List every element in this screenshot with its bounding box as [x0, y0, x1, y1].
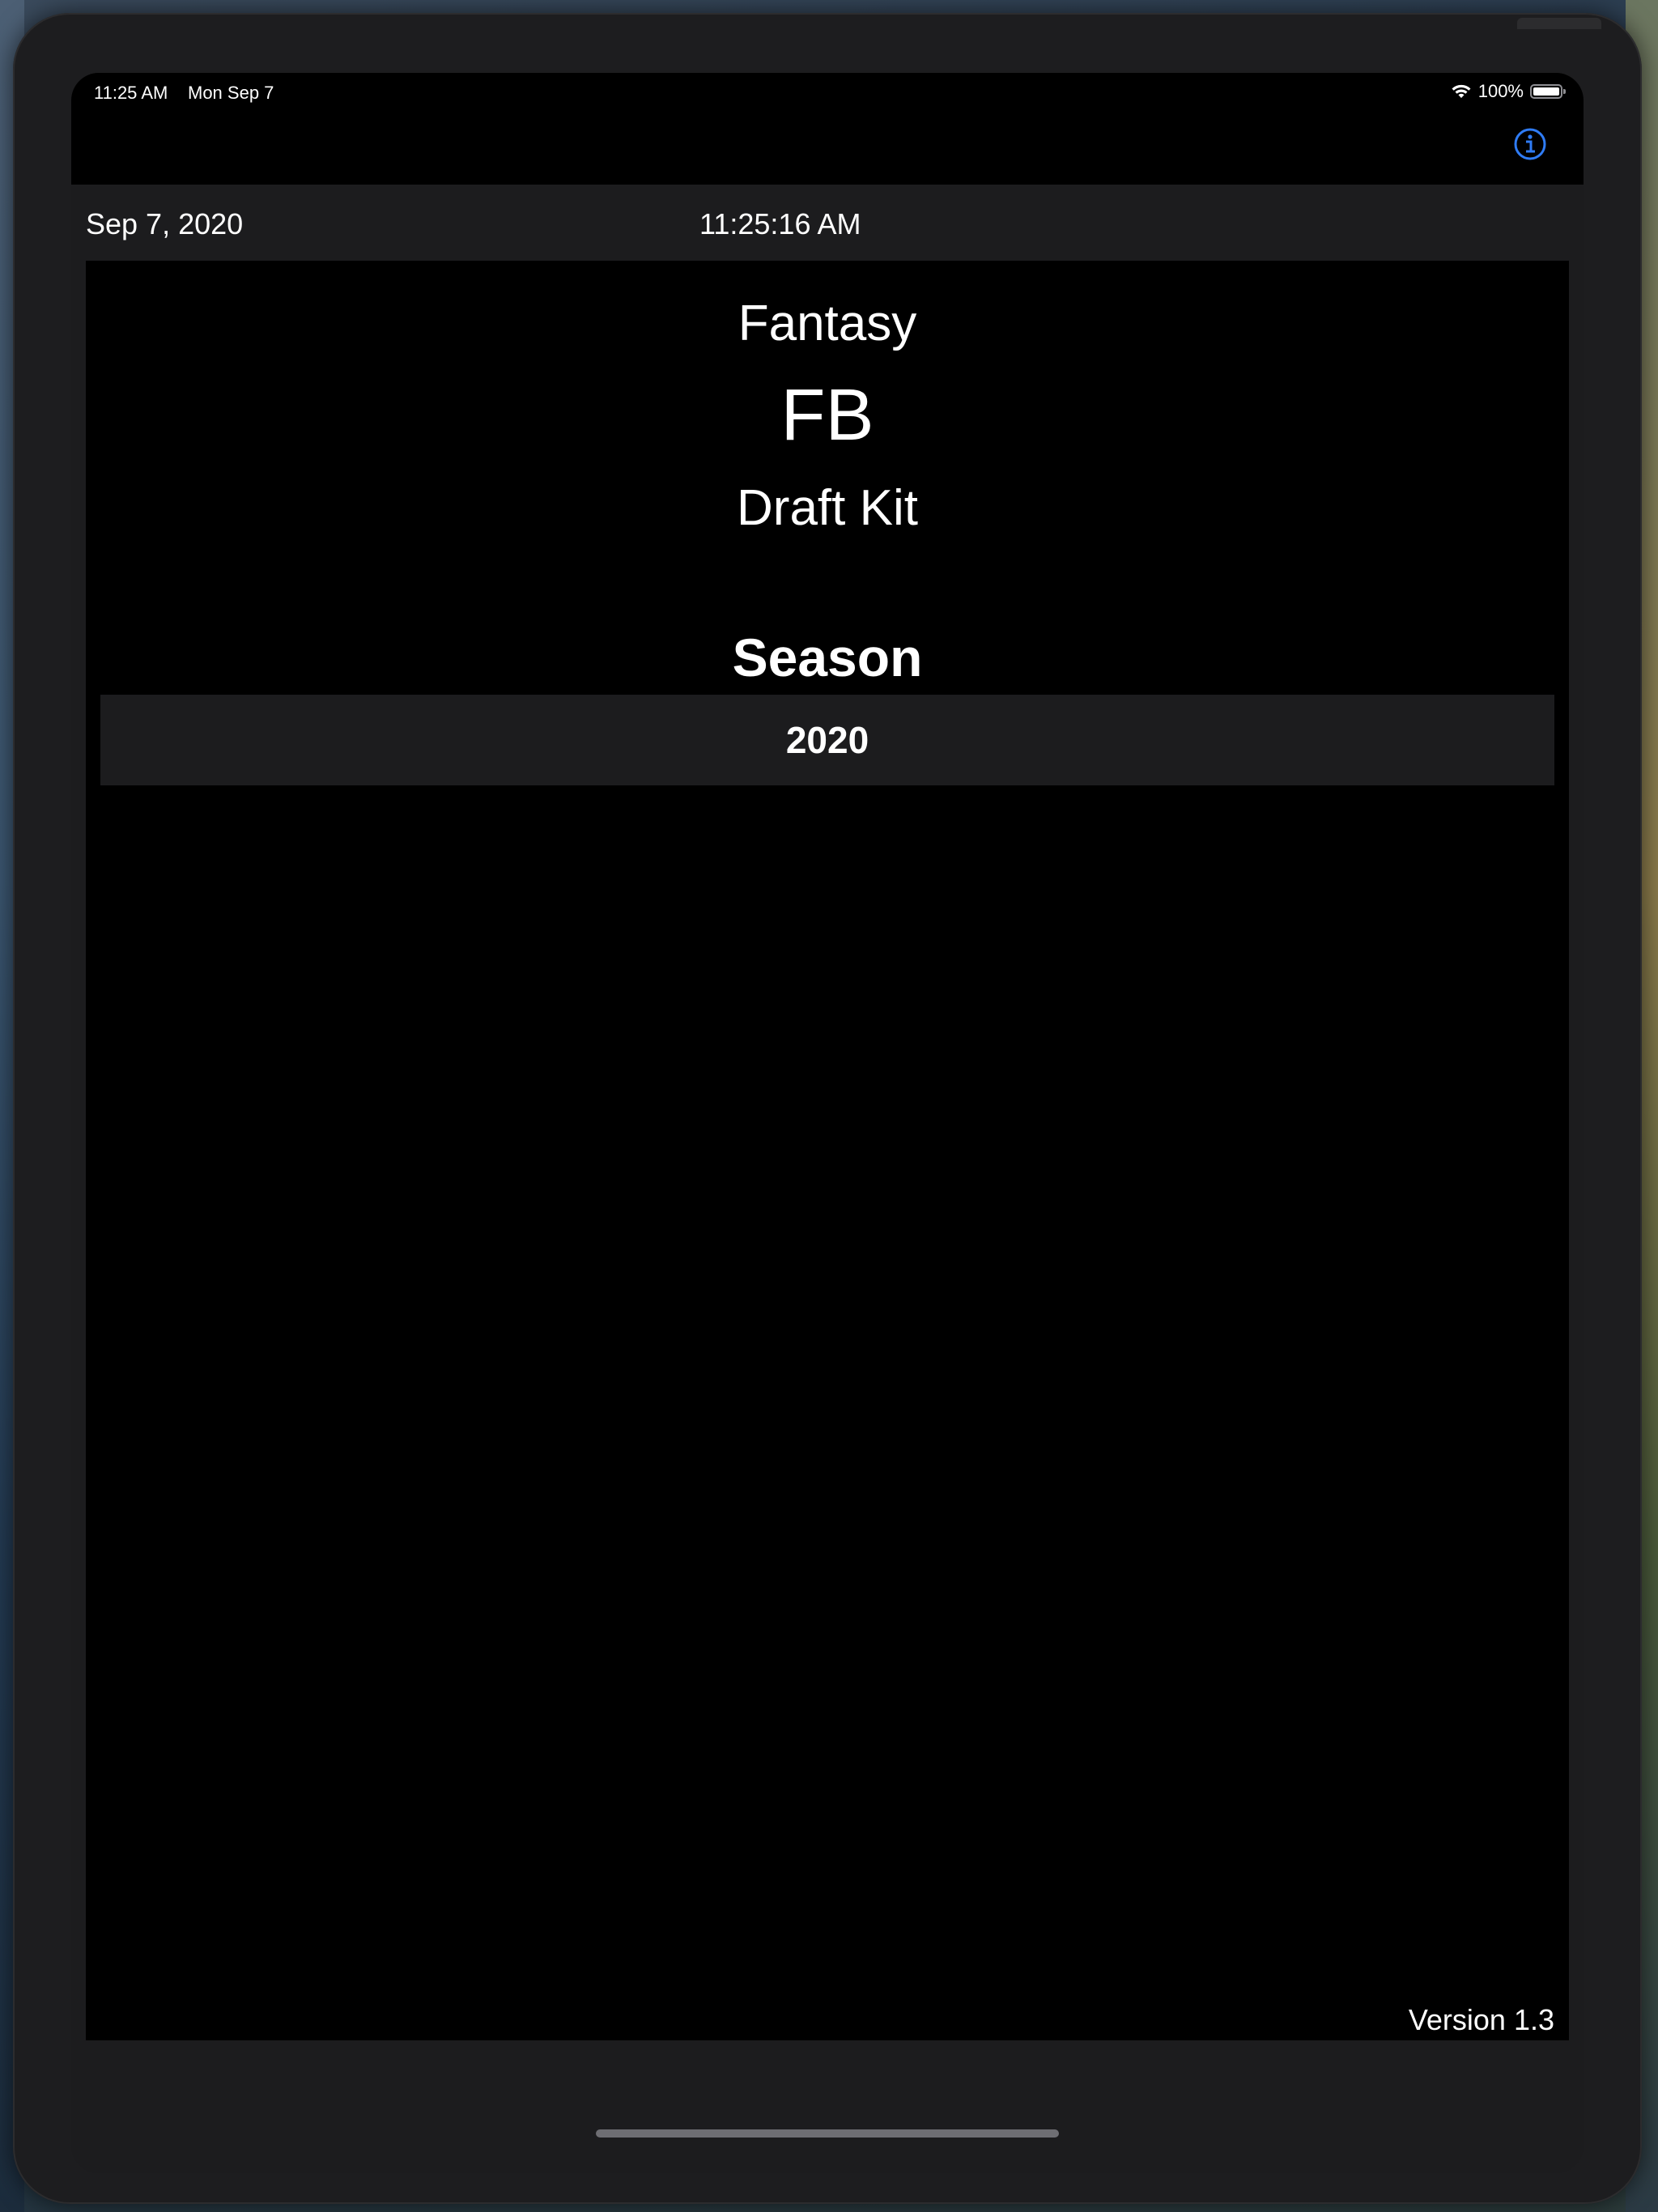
current-date: Sep 7, 2020 [86, 207, 244, 240]
status-date: Mon Sep 7 [188, 83, 274, 103]
status-time: 11:25 AM [94, 83, 168, 103]
wifi-icon [1451, 83, 1472, 100]
navigation-bar [71, 113, 1584, 185]
main-content: Fantasy FB Draft Kit Season 2020 Version… [86, 261, 1569, 2040]
app-title-line-2: FB [780, 375, 874, 456]
app-screen: 11:25 AM Mon Sep 7 100% Sep 7, 2020 11:2… [71, 73, 1584, 2173]
current-time: 11:25:16 AM [699, 207, 861, 240]
status-bar: 11:25 AM Mon Sep 7 100% [71, 73, 1584, 113]
device-top-button [1517, 18, 1601, 29]
season-heading: Season [732, 627, 923, 687]
season-option-2020[interactable]: 2020 [100, 695, 1554, 785]
app-title-line-1: Fantasy [738, 296, 917, 351]
version-label: Version 1.3 [1408, 2003, 1554, 2036]
season-option-label: 2020 [785, 719, 869, 761]
info-button[interactable] [1512, 126, 1548, 162]
battery-fill [1533, 87, 1559, 96]
battery-percent: 100% [1477, 81, 1524, 101]
app-title-line-3: Draft Kit [737, 480, 918, 536]
battery-icon [1530, 84, 1566, 99]
status-indicators: 100% [1451, 81, 1566, 102]
battery-tip [1563, 89, 1566, 94]
home-indicator[interactable] [596, 2129, 1059, 2138]
info-circle-icon [1514, 128, 1546, 160]
